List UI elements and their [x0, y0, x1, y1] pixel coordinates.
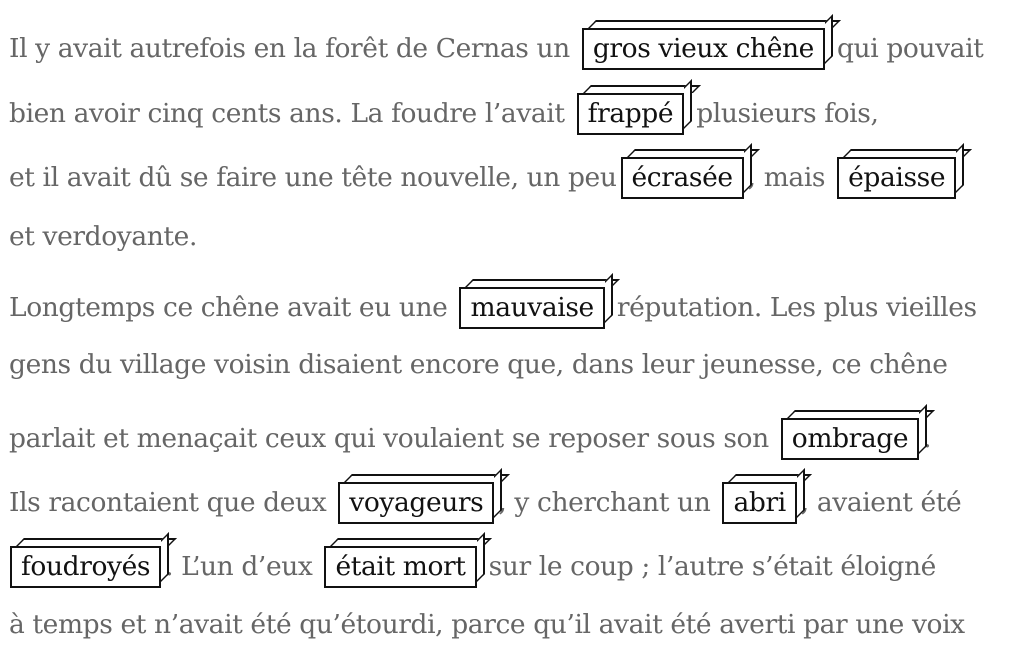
line-text: , avaient été [800, 487, 962, 518]
line-text: Il y avait autrefois en la forêt de Cern… [9, 33, 570, 64]
highlighted-word-box: abri [722, 482, 797, 524]
line-text: à temps et n’avait été qu’étourdi, parce… [9, 609, 965, 640]
highlighted-word-box: était mort [324, 546, 477, 588]
text-line-5: Longtemps ce chêne avait eu une mauvaise… [9, 287, 977, 329]
line-text: et verdoyante. [9, 221, 197, 252]
line-text: Ils racontaient que deux [9, 487, 327, 518]
line-text: plusieurs fois, [696, 98, 879, 129]
text-line-3: et il avait dû se faire une tête nouvell… [9, 157, 960, 199]
line-text: parlait et menaçait ceux qui voulaient s… [9, 423, 769, 454]
text-line-6: gens du village voisin disaient encore q… [9, 349, 948, 380]
text-line-4: et verdoyante. [9, 221, 197, 252]
text-line-10: à temps et n’avait été qu’étourdi, parce… [9, 609, 965, 640]
text-line-7: parlait et menaçait ceux qui voulaient s… [9, 418, 932, 460]
highlighted-word-box: voyageurs [338, 482, 495, 524]
text-line-9: foudroyés. L’un d’eux était mort sur le … [6, 546, 936, 588]
line-text: et il avait dû se faire une tête nouvell… [9, 162, 617, 193]
line-text: . L’un d’eux [165, 551, 313, 582]
highlighted-word-box: épaisse [837, 157, 957, 199]
line-text: sur le coup ; l’autre s’était éloigné [488, 551, 937, 582]
line-text: réputation. Les plus vieilles [616, 292, 977, 323]
highlighted-word-box: gros vieux chêne [581, 28, 825, 70]
highlighted-word-box: frappé [576, 93, 685, 135]
line-text: qui pouvait [836, 33, 984, 64]
text-page: Il y avait autrefois en la forêt de Cern… [0, 0, 1024, 666]
text-line-8: Ils racontaient que deux voyageurs, y ch… [9, 482, 962, 524]
text-line-1: Il y avait autrefois en la forêt de Cern… [9, 28, 984, 70]
highlighted-word-box: foudroyés [10, 546, 162, 588]
line-text: gens du village voisin disaient encore q… [9, 349, 948, 380]
line-text: , mais [747, 162, 826, 193]
text-line-2: bien avoir cinq cents ans. La foudre l’a… [9, 93, 879, 135]
line-text: , y cherchant un [498, 487, 711, 518]
highlighted-word-box: mauvaise [459, 287, 605, 329]
line-text: Longtemps ce chêne avait eu une [9, 292, 448, 323]
highlighted-word-box: écrasée [620, 157, 744, 199]
highlighted-word-box: ombrage [780, 418, 920, 460]
line-text: bien avoir cinq cents ans. La foudre l’a… [9, 98, 565, 129]
